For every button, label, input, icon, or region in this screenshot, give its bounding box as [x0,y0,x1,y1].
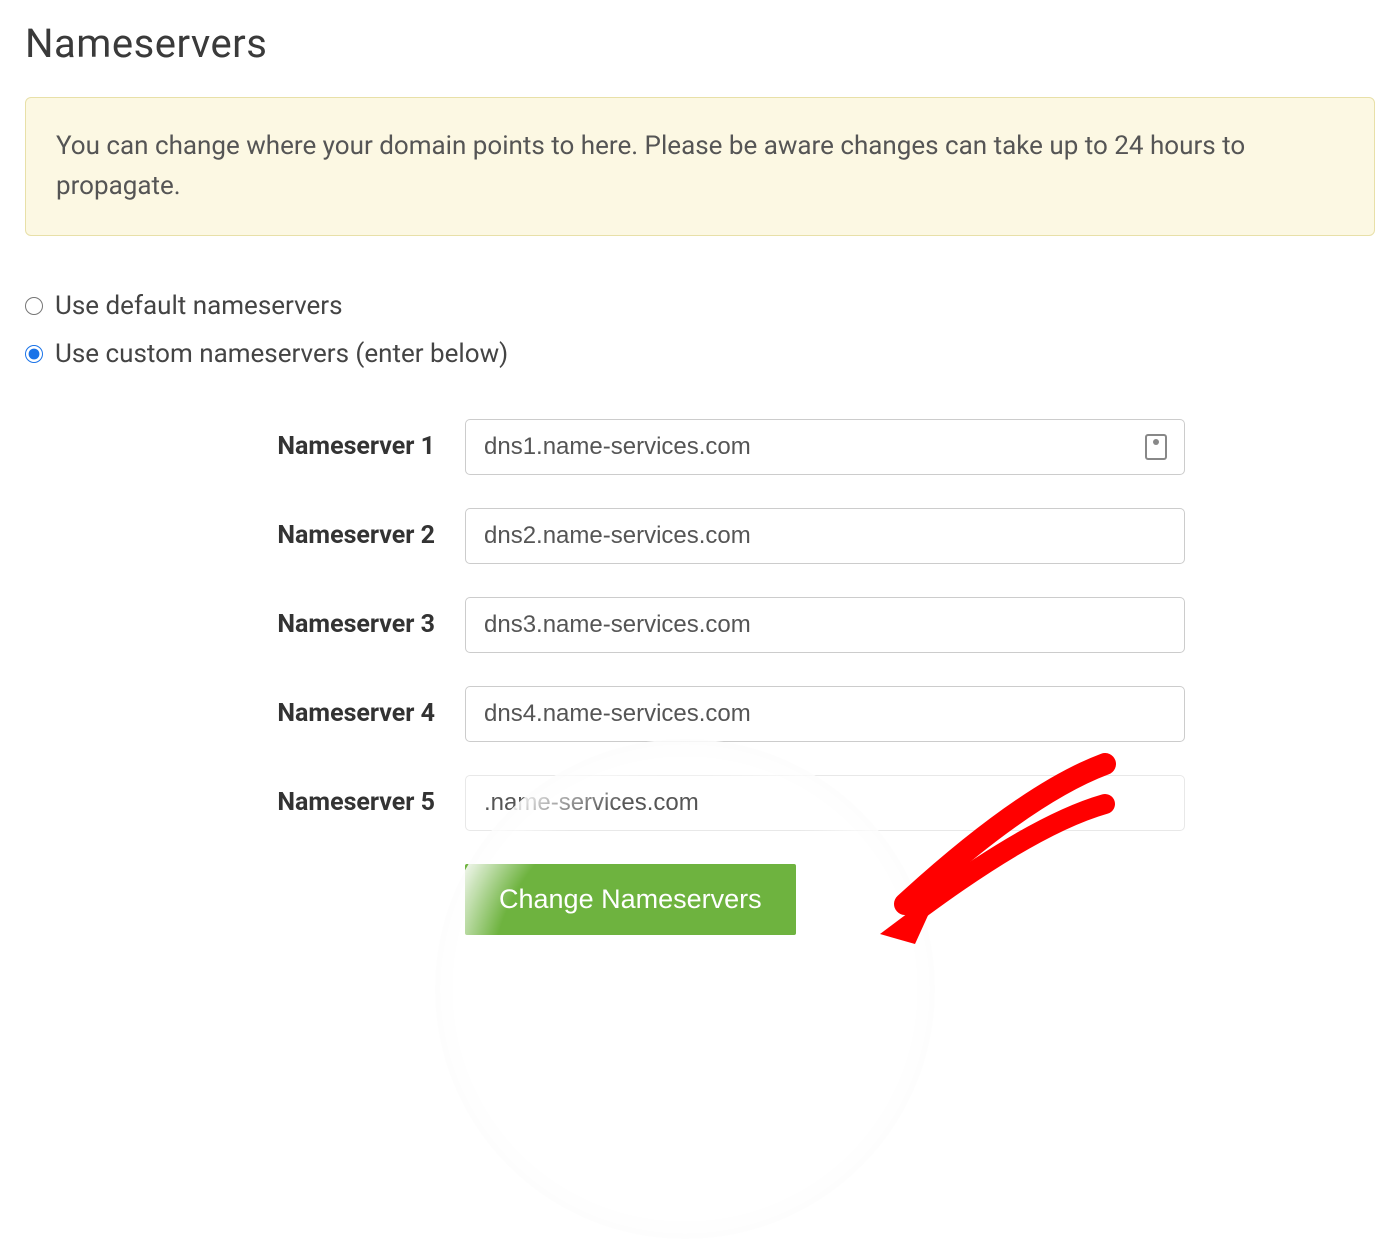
nameserver-1-label: Nameserver 1 [25,432,465,461]
radio-row-default: Use default nameservers [25,291,1375,321]
nameserver-5-label: Nameserver 5 [25,788,465,817]
nameserver-2-input[interactable] [465,508,1185,564]
nameserver-2-label: Nameserver 2 [25,521,465,550]
radio-default-label[interactable]: Use default nameservers [55,291,343,321]
nameserver-mode-radio-group: Use default nameservers Use custom names… [25,291,1375,369]
nameserver-row-2: Nameserver 2 [25,508,1375,564]
radio-custom-label[interactable]: Use custom nameservers (enter below) [55,339,508,369]
radio-row-custom: Use custom nameservers (enter below) [25,339,1375,369]
info-alert: You can change where your domain points … [25,97,1375,236]
nameserver-row-5: Nameserver 5 [25,775,1375,831]
nameserver-form: Nameserver 1 Nameserver 2 Nameserver 3 N… [25,419,1375,935]
nameserver-row-4: Nameserver 4 [25,686,1375,742]
change-nameservers-button[interactable]: Change Nameservers [465,864,796,935]
page-title: Nameservers [25,20,1375,67]
nameserver-3-label: Nameserver 3 [25,610,465,639]
nameserver-3-input[interactable] [465,597,1185,653]
contact-card-icon [1145,434,1167,460]
nameserver-4-label: Nameserver 4 [25,699,465,728]
radio-custom-nameservers[interactable] [25,345,43,363]
nameserver-4-input[interactable] [465,686,1185,742]
radio-default-nameservers[interactable] [25,297,43,315]
nameserver-row-3: Nameserver 3 [25,597,1375,653]
nameserver-1-input[interactable] [465,419,1185,475]
nameserver-row-1: Nameserver 1 [25,419,1375,475]
nameserver-5-input[interactable] [465,775,1185,831]
submit-row: Change Nameservers [25,864,1375,935]
info-alert-text: You can change where your domain points … [56,126,1344,207]
